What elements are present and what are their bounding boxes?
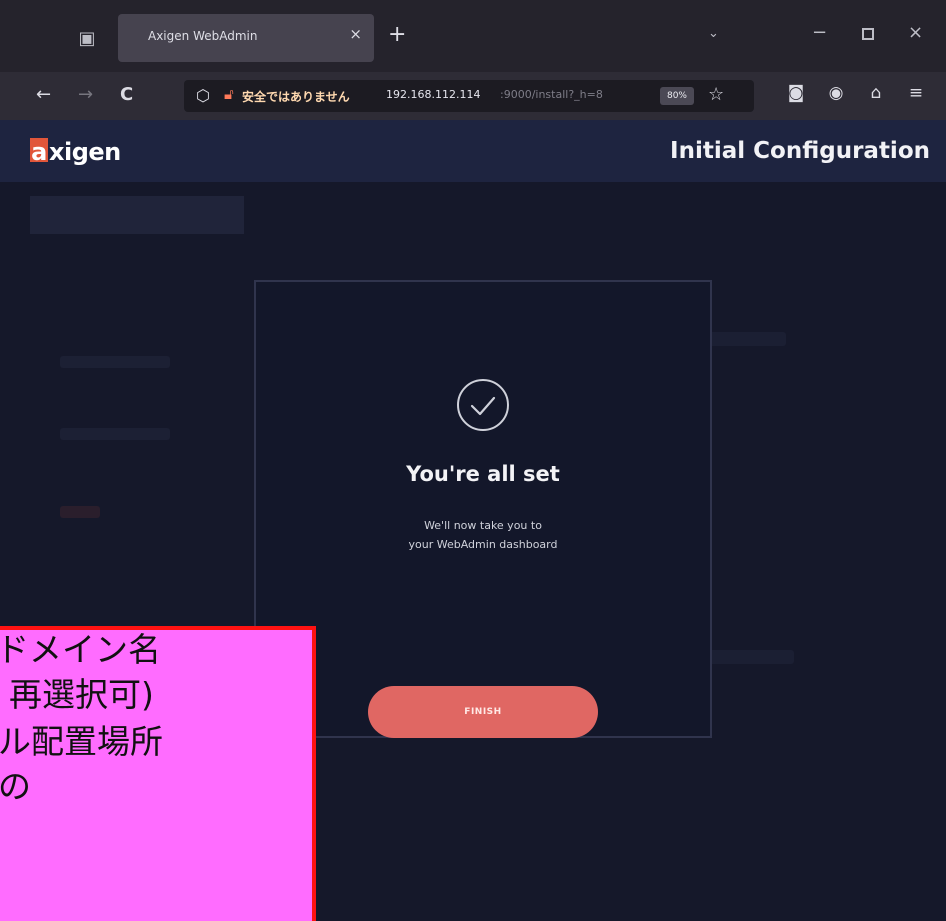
address-bar[interactable]: ⬡ 🔓︎ 安全ではありません 192.168.112.114 :9000/ins… (184, 80, 754, 112)
tab-list-icon[interactable]: ▣ (72, 24, 102, 54)
connection-insecure-label: 安全ではありません (242, 90, 350, 104)
check-circle-icon (457, 379, 509, 431)
annotation-line: ドメイン名 (0, 630, 161, 669)
zoom-indicator[interactable]: 80% (660, 87, 694, 105)
close-window-button[interactable]: × (908, 22, 923, 43)
url-path: :9000/install?_h=8 (500, 88, 603, 101)
background-sidebar-item (60, 506, 100, 518)
list-all-tabs-icon[interactable]: ⌄ (708, 26, 719, 41)
logo-text: xigen (49, 138, 121, 166)
maximize-button[interactable] (862, 28, 874, 40)
annotation-line: ル配置場所 (0, 722, 163, 761)
axigen-logo: axigen (30, 138, 121, 166)
page-title: Initial Configuration (670, 138, 930, 164)
completion-dialog: You're all set We'll now take you to you… (254, 280, 712, 738)
dialog-message-line: We'll now take you to (424, 519, 542, 532)
browser-tab[interactable]: Axigen WebAdmin × (118, 14, 374, 62)
tracking-protection-icon[interactable]: ⬡ (196, 86, 210, 105)
annotation-line: の (0, 767, 31, 806)
dialog-title: You're all set (406, 462, 560, 486)
minimize-button[interactable]: − (812, 22, 827, 43)
annotation-callout: ドメイン名 、再選択可) ル配置場所 の (0, 626, 316, 921)
bookmark-star-icon[interactable]: ☆ (708, 84, 724, 105)
new-tab-button[interactable]: + (388, 22, 406, 47)
dialog-message-line: your WebAdmin dashboard (408, 538, 558, 551)
forward-button[interactable]: → (78, 85, 93, 105)
account-icon[interactable]: ◉ (826, 82, 846, 104)
menu-icon[interactable]: ≡ (906, 82, 926, 104)
insecure-lock-icon[interactable]: 🔓︎ (224, 85, 234, 103)
url-host: 192.168.112.114 (386, 88, 481, 101)
annotation-line: 、再選択可) (0, 675, 154, 714)
pocket-icon[interactable]: ◙ (786, 82, 806, 104)
browser-nav-bar: ← → C ⬡ 🔓︎ 安全ではありません 192.168.112.114 :90… (0, 72, 946, 120)
dialog-message: We'll now take you to your WebAdmin dash… (256, 516, 710, 554)
tab-close-icon[interactable]: × (349, 25, 362, 43)
back-button[interactable]: ← (36, 85, 51, 105)
finish-button[interactable]: FINISH (368, 686, 598, 738)
logo-mark: a (30, 138, 48, 166)
extensions-icon[interactable]: ⌂ (866, 82, 886, 104)
background-sidebar-item (60, 428, 170, 440)
tab-title: Axigen WebAdmin (148, 29, 258, 43)
background-sidebar-header (30, 196, 244, 234)
app-header: axigen Initial Configuration (0, 120, 946, 182)
reload-button[interactable]: C (120, 85, 133, 105)
browser-tab-bar: ▣ Axigen WebAdmin × + ⌄ − × (0, 0, 946, 72)
background-sidebar-item (60, 356, 170, 368)
